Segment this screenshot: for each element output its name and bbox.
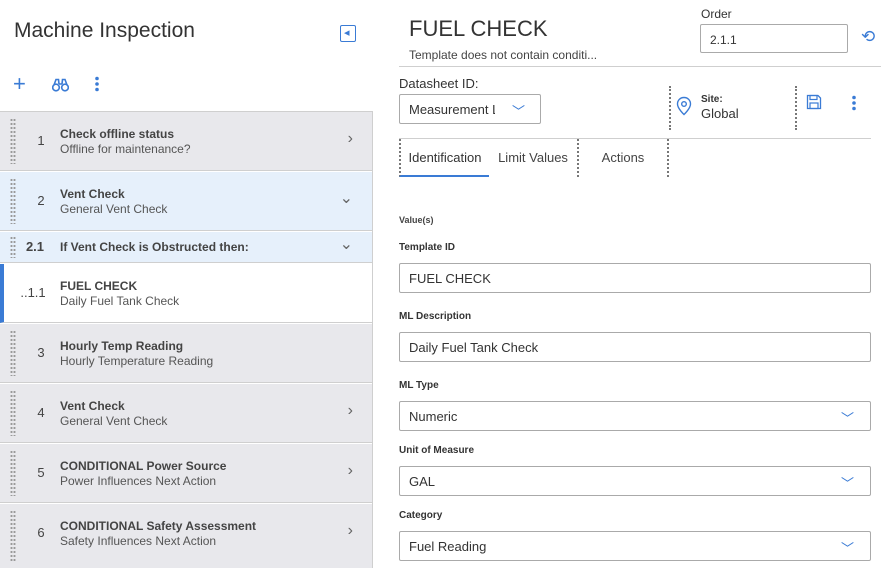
site-label: Site: (701, 94, 723, 105)
detail-subtitle: Template does not contain conditi... (409, 48, 598, 62)
more-options-button[interactable] (851, 95, 857, 113)
step-row-4[interactable]: 4 Vent Check General Vent Check › (0, 384, 373, 443)
datasheet-select[interactable]: Measurement Loc ﹀ (399, 94, 541, 124)
chevron-right-icon[interactable]: › (348, 462, 353, 480)
unit-of-measure-value: GAL (409, 474, 436, 489)
unit-of-measure-select[interactable]: GAL ﹀ (399, 466, 871, 496)
step-row-2[interactable]: 2 Vent Check General Vent Check ⌄ (0, 172, 373, 231)
vertical-dots-icon (95, 76, 99, 92)
binoculars-icon (51, 78, 70, 92)
step-title: Vent Check (60, 399, 125, 413)
step-number: 5 (37, 465, 45, 480)
chevron-right-icon[interactable]: › (348, 130, 353, 148)
collapse-panel-button[interactable]: ◂ (340, 25, 356, 42)
step-number: ..1.1 (20, 285, 46, 300)
step-title: FUEL CHECK (60, 279, 138, 293)
drag-handle-icon[interactable] (10, 178, 16, 224)
order-label: Order (701, 7, 732, 21)
tab-limit-values[interactable]: Limit Values (489, 139, 579, 177)
refresh-icon[interactable]: ⟲ (861, 27, 875, 47)
chevron-right-icon[interactable]: › (348, 522, 353, 540)
step-title: Vent Check (60, 187, 125, 201)
template-id-label: Template ID (399, 242, 455, 253)
datasheet-value: Measurement Loc (409, 102, 495, 117)
chevron-right-icon[interactable]: › (348, 402, 353, 420)
add-step-button[interactable]: + (13, 73, 26, 95)
ml-type-select[interactable]: Numeric ﹀ (399, 401, 871, 431)
ml-description-label: ML Description (399, 311, 472, 322)
step-subtitle: Power Influences Next Action (60, 474, 217, 488)
step-number: 6 (37, 525, 45, 540)
detail-title: FUEL CHECK (409, 16, 548, 41)
tab-actions[interactable]: Actions (579, 139, 669, 177)
category-select[interactable]: Fuel Reading ﹀ (399, 531, 871, 561)
site-value: Global (701, 106, 739, 121)
panel-divider (372, 111, 373, 568)
drag-handle-icon[interactable] (10, 510, 16, 562)
step-row-2-1[interactable]: 2.1 If Vent Check is Obstructed then: ⌄ (0, 232, 373, 263)
step-subtitle: Daily Fuel Tank Check (60, 294, 180, 308)
step-title: Hourly Temp Reading (60, 339, 184, 353)
category-value: Fuel Reading (409, 539, 487, 554)
step-title: CONDITIONAL Power Source (60, 459, 227, 473)
step-row-6[interactable]: 6 CONDITIONAL Safety Assessment Safety I… (0, 504, 373, 568)
separator (669, 86, 671, 130)
ml-type-label: ML Type (399, 380, 439, 391)
chevron-down-icon[interactable]: ⌄ (340, 188, 353, 208)
page-title: Machine Inspection (14, 19, 195, 42)
step-row-5[interactable]: 5 CONDITIONAL Power Source Power Influen… (0, 444, 373, 503)
inspection-steps-panel: Machine Inspection ◂ + 1 Check offline s… (0, 0, 373, 568)
chevron-down-icon: ﹀ (840, 411, 854, 426)
step-number: 4 (37, 405, 45, 420)
step-subtitle: General Vent Check (60, 202, 168, 216)
separator (795, 86, 797, 130)
more-options-button[interactable] (94, 76, 100, 96)
drag-handle-icon[interactable] (10, 118, 16, 164)
step-row-3[interactable]: 3 Hourly Temp Reading Hourly Temperature… (0, 324, 373, 383)
chevron-down-icon[interactable]: ⌄ (340, 234, 353, 254)
chevron-down-icon: ﹀ (840, 541, 854, 556)
find-step-button[interactable] (51, 76, 70, 96)
drag-handle-icon[interactable] (10, 450, 16, 496)
step-title: Check offline status (60, 127, 175, 141)
chevron-down-icon: ﹀ (840, 476, 854, 491)
ml-description-input[interactable]: Daily Fuel Tank Check (399, 332, 871, 362)
step-number: 3 (37, 345, 45, 360)
step-row-2-1-1[interactable]: ..1.1 FUEL CHECK Daily Fuel Tank Check (0, 264, 373, 323)
collapse-left-icon: ◂ (344, 27, 350, 39)
section-label: Value(s) (399, 215, 434, 225)
category-label: Category (399, 510, 443, 521)
step-subtitle: Safety Influences Next Action (60, 534, 217, 548)
save-icon[interactable] (806, 94, 822, 110)
step-subtitle: General Vent Check (60, 414, 168, 428)
drag-handle-icon[interactable] (10, 236, 16, 258)
step-number: 2.1 (25, 239, 45, 254)
step-row-1[interactable]: 1 Check offline status Offline for maint… (0, 112, 373, 171)
ml-description-value: Daily Fuel Tank Check (409, 340, 539, 355)
datasheet-label: Datasheet ID: (399, 76, 479, 91)
vertical-dots-icon (852, 95, 856, 111)
tab-identification[interactable]: Identification (399, 139, 489, 177)
step-subtitle: Hourly Temperature Reading (60, 354, 214, 368)
drag-handle-icon[interactable] (10, 390, 16, 436)
header-divider (399, 66, 881, 67)
order-input[interactable]: 2.1.1 (700, 24, 848, 53)
ml-type-value: Numeric (409, 409, 458, 424)
step-number: 2 (37, 193, 45, 208)
unit-of-measure-label: Unit of Measure (399, 445, 475, 456)
template-id-value: FUEL CHECK (409, 271, 491, 286)
step-title: If Vent Check is Obstructed then: (60, 240, 249, 254)
step-number: 1 (37, 133, 45, 148)
chevron-down-icon: ﹀ (511, 104, 525, 119)
location-pin-icon (676, 96, 692, 116)
step-title: CONDITIONAL Safety Assessment (60, 519, 257, 533)
step-subtitle: Offline for maintenance? (60, 142, 191, 156)
template-id-input[interactable]: FUEL CHECK (399, 263, 871, 293)
drag-handle-icon[interactable] (10, 330, 16, 376)
